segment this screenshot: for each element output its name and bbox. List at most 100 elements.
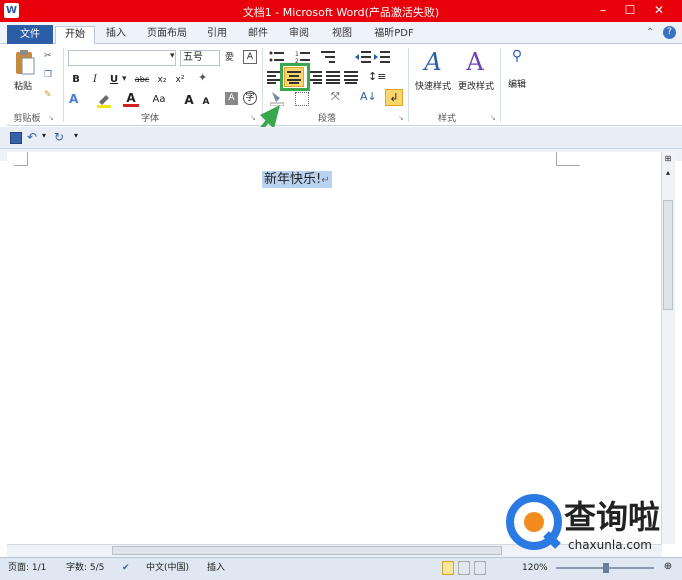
vertical-scroll-thumb[interactable] <box>663 200 673 310</box>
document-page[interactable] <box>7 152 662 544</box>
status-language[interactable]: 中文(中国) <box>146 561 202 575</box>
paragraph-launcher-icon[interactable]: ↘ <box>398 114 406 122</box>
italic-button[interactable]: I <box>88 72 102 88</box>
web-view-icon[interactable] <box>474 561 486 575</box>
chinese-layout-icon[interactable]: ⤧ <box>331 90 349 104</box>
bullets-icon[interactable] <box>269 50 285 64</box>
highlight-color-icon[interactable] <box>96 92 112 108</box>
increase-indent-icon[interactable] <box>374 50 390 64</box>
selected-document-text[interactable]: 新年快乐!↵ <box>262 171 332 188</box>
superscript-button[interactable]: x² <box>172 72 188 88</box>
group-label-styles: 样式 <box>437 114 456 124</box>
separator <box>408 48 409 122</box>
status-page[interactable]: 页面: 1/1 <box>8 561 60 575</box>
clear-formatting-icon[interactable]: ✦ <box>198 71 214 87</box>
separator <box>500 48 501 122</box>
paste-icon[interactable] <box>14 48 36 78</box>
group-label-paragraph: 段落 <box>317 114 336 124</box>
margin-corner <box>556 152 580 166</box>
sort-icon[interactable]: A↓ <box>360 90 377 106</box>
subscript-button[interactable]: x₂ <box>154 72 170 88</box>
undo-icon[interactable]: ↶ <box>27 130 41 144</box>
tab-foxit-pdf[interactable]: 福昕PDF <box>366 26 422 44</box>
line-spacing-icon[interactable]: ↕≡ <box>368 70 386 84</box>
font-size-combo[interactable]: 五号 <box>180 50 220 66</box>
zoom-slider-thumb[interactable] <box>603 563 609 573</box>
separator <box>63 48 64 122</box>
watermark-brand: 查询啦 <box>564 498 661 536</box>
change-styles-icon[interactable]: A <box>460 48 490 76</box>
change-styles-label[interactable]: 更改样式 <box>455 79 497 92</box>
print-layout-view-icon[interactable] <box>442 561 454 575</box>
reading-view-icon[interactable] <box>458 561 470 575</box>
proofing-icon[interactable]: ✔ <box>122 561 136 575</box>
text-effects-icon[interactable]: A <box>69 92 85 108</box>
minimize-button[interactable]: – <box>590 2 616 19</box>
change-case-button[interactable]: Aa <box>150 92 168 108</box>
group-label-font: 字体 <box>140 114 159 124</box>
window-title: 文档1 - Microsoft Word(产品激活失败) <box>242 6 440 19</box>
justify-icon[interactable] <box>326 70 340 84</box>
tab-review[interactable]: 审阅 <box>284 26 314 44</box>
decrease-indent-icon[interactable] <box>355 50 371 64</box>
watermark-logo: 查询啦 chaxunla.com <box>500 488 680 560</box>
document-text: 新年快乐! <box>264 172 322 187</box>
show-marks-button[interactable]: ↲ <box>385 89 403 106</box>
multilevel-list-icon[interactable] <box>321 50 337 64</box>
annotation-highlight-box <box>280 63 310 91</box>
status-zoom-level[interactable]: 120% <box>522 561 550 575</box>
strikethrough-button[interactable]: abc <box>133 72 151 88</box>
ruler-toggle-icon[interactable]: ⊞ <box>663 154 673 164</box>
group-label-clipboard: 剪贴板 <box>13 114 41 124</box>
watermark-site: chaxunla.com <box>568 538 652 552</box>
font-color-icon[interactable]: A <box>123 91 139 107</box>
borders-icon[interactable] <box>295 92 309 106</box>
tab-file[interactable]: 文件 <box>7 25 53 44</box>
zoom-in-icon[interactable]: ⊕ <box>662 561 674 573</box>
collapse-ribbon-icon[interactable]: ⌃ <box>646 27 658 39</box>
cut-icon[interactable]: ✂ <box>44 51 58 63</box>
quick-styles-label[interactable]: 快速样式 <box>412 79 454 92</box>
tab-home[interactable]: 开始 <box>55 26 95 44</box>
editing-label[interactable]: 编辑 <box>505 77 529 90</box>
tab-mailings[interactable]: 邮件 <box>243 26 273 44</box>
align-left-icon[interactable] <box>267 70 281 84</box>
chevron-down-icon[interactable]: ▾ <box>170 51 178 63</box>
align-right-icon[interactable] <box>308 70 322 84</box>
numbering-icon[interactable]: 12 <box>295 50 311 65</box>
margin-corner <box>14 152 28 166</box>
char-border-icon[interactable]: A <box>243 50 257 64</box>
paragraph-mark: ↵ <box>321 175 330 186</box>
tab-view[interactable]: 视图 <box>327 26 357 44</box>
chevron-down-icon[interactable]: ▾ <box>122 74 130 86</box>
find-binoculars-icon[interactable]: ⚲ <box>507 48 527 72</box>
quick-access-toolbar <box>0 127 682 149</box>
customize-qat-icon[interactable]: ▾ <box>74 131 82 143</box>
save-icon[interactable] <box>10 132 22 144</box>
distributed-icon[interactable] <box>344 70 358 84</box>
copy-icon[interactable]: ❐ <box>44 70 58 82</box>
format-painter-icon[interactable]: ✎ <box>44 90 58 102</box>
quick-styles-icon[interactable]: A <box>418 48 448 76</box>
phonetic-guide-icon[interactable]: 愛 <box>225 50 241 66</box>
maximize-button[interactable]: ☐ <box>617 2 643 19</box>
help-icon[interactable]: ? <box>663 26 676 39</box>
horizontal-scroll-thumb[interactable] <box>112 546 502 555</box>
status-word-count[interactable]: 字数: 5/5 <box>66 561 116 575</box>
watermark-q-icon <box>506 494 562 550</box>
status-insert-mode[interactable]: 插入 <box>207 561 237 575</box>
underline-button[interactable]: U <box>107 72 121 88</box>
tab-insert[interactable]: 插入 <box>100 26 132 44</box>
redo-icon[interactable]: ↻ <box>54 130 68 144</box>
chevron-down-icon[interactable]: ▾ <box>42 131 50 143</box>
styles-launcher-icon[interactable]: ↘ <box>490 114 498 122</box>
clipboard-launcher-icon[interactable]: ↘ <box>48 114 56 122</box>
paste-label[interactable]: 粘贴 <box>14 79 40 92</box>
font-name-combo[interactable] <box>68 50 176 66</box>
svg-text:1: 1 <box>295 51 299 58</box>
tab-page-layout[interactable]: 页面布局 <box>142 26 192 44</box>
close-button[interactable]: ✕ <box>646 2 672 19</box>
tab-references[interactable]: 引用 <box>202 26 232 44</box>
bold-button[interactable]: B <box>69 72 83 88</box>
scroll-up-icon[interactable]: ▴ <box>663 168 673 178</box>
